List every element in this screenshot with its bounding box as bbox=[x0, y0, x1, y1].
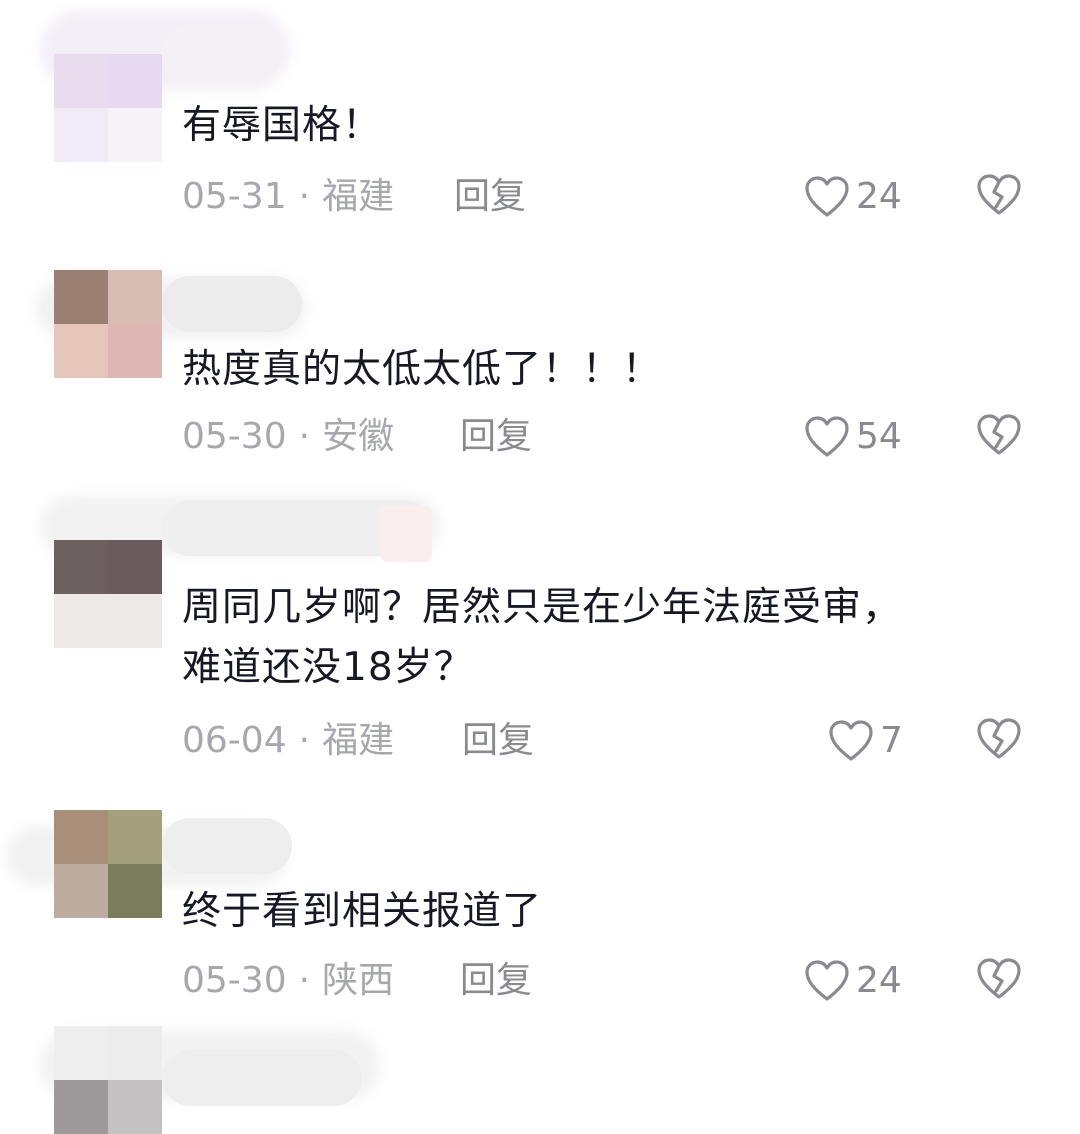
comment-meta: 05-31 · 福建 bbox=[182, 172, 394, 222]
like-count: 54 bbox=[856, 416, 902, 457]
dislike-button[interactable] bbox=[976, 956, 1024, 1006]
broken-heart-icon bbox=[976, 957, 1022, 1005]
comment-location: 福建 bbox=[322, 720, 395, 761]
comment-location: 福建 bbox=[322, 176, 395, 217]
comment-text: 有辱国格！ bbox=[182, 103, 383, 148]
comment-meta: 05-30 · 安徽 bbox=[182, 412, 394, 462]
username-blurred[interactable] bbox=[162, 26, 282, 82]
dislike-button[interactable] bbox=[976, 172, 1024, 222]
like-count: 24 bbox=[856, 960, 902, 1001]
like-count: 24 bbox=[856, 176, 902, 217]
username-blurred[interactable] bbox=[162, 818, 292, 874]
meta-separator: · bbox=[298, 416, 311, 457]
comment-meta: 05-30 · 陕西 bbox=[182, 956, 394, 1006]
comment-date: 05-30 bbox=[182, 416, 287, 457]
comment-location: 安徽 bbox=[322, 416, 395, 457]
avatar[interactable] bbox=[54, 810, 162, 918]
reply-button[interactable]: 回复 bbox=[460, 412, 532, 462]
meta-separator: · bbox=[298, 720, 311, 761]
comment-text: 热度真的太低太低了！！！ bbox=[182, 347, 663, 392]
reply-button[interactable]: 回复 bbox=[460, 956, 532, 1006]
comment-text: 终于看到相关报道了 bbox=[182, 889, 543, 934]
reply-button[interactable]: 回复 bbox=[462, 716, 534, 766]
like-count: 7 bbox=[880, 720, 903, 761]
comment-date: 06-04 bbox=[182, 720, 287, 761]
heart-outline-icon bbox=[804, 415, 850, 459]
meta-separator: · bbox=[298, 176, 311, 217]
heart-outline-icon bbox=[828, 719, 874, 763]
dislike-button[interactable] bbox=[976, 716, 1024, 766]
meta-separator: · bbox=[298, 960, 311, 1001]
heart-outline-icon bbox=[804, 175, 850, 219]
broken-heart-icon bbox=[976, 413, 1022, 461]
like-button[interactable]: 7 bbox=[828, 716, 903, 766]
broken-heart-icon bbox=[976, 173, 1022, 221]
comment-date: 05-30 bbox=[182, 960, 287, 1001]
like-button[interactable]: 24 bbox=[804, 172, 902, 222]
avatar[interactable] bbox=[54, 540, 162, 648]
reply-button[interactable]: 回复 bbox=[454, 172, 526, 222]
username-blurred[interactable] bbox=[162, 276, 302, 332]
comment-text: 周同几岁啊？居然只是在少年法庭受审， 难道还没18岁？ bbox=[182, 585, 903, 690]
comment-meta: 06-04 · 福建 bbox=[182, 716, 394, 766]
dislike-button[interactable] bbox=[976, 412, 1024, 462]
avatar[interactable] bbox=[54, 270, 162, 378]
username-blurred-accent bbox=[380, 506, 432, 562]
heart-outline-icon bbox=[804, 959, 850, 1003]
comment-date: 05-31 bbox=[182, 176, 287, 217]
avatar[interactable] bbox=[54, 54, 162, 162]
username-blurred[interactable] bbox=[162, 1050, 362, 1106]
avatar[interactable] bbox=[54, 1026, 162, 1134]
like-button[interactable]: 54 bbox=[804, 412, 902, 462]
like-button[interactable]: 24 bbox=[804, 956, 902, 1006]
broken-heart-icon bbox=[976, 717, 1022, 765]
comment-location: 陕西 bbox=[322, 960, 395, 1001]
